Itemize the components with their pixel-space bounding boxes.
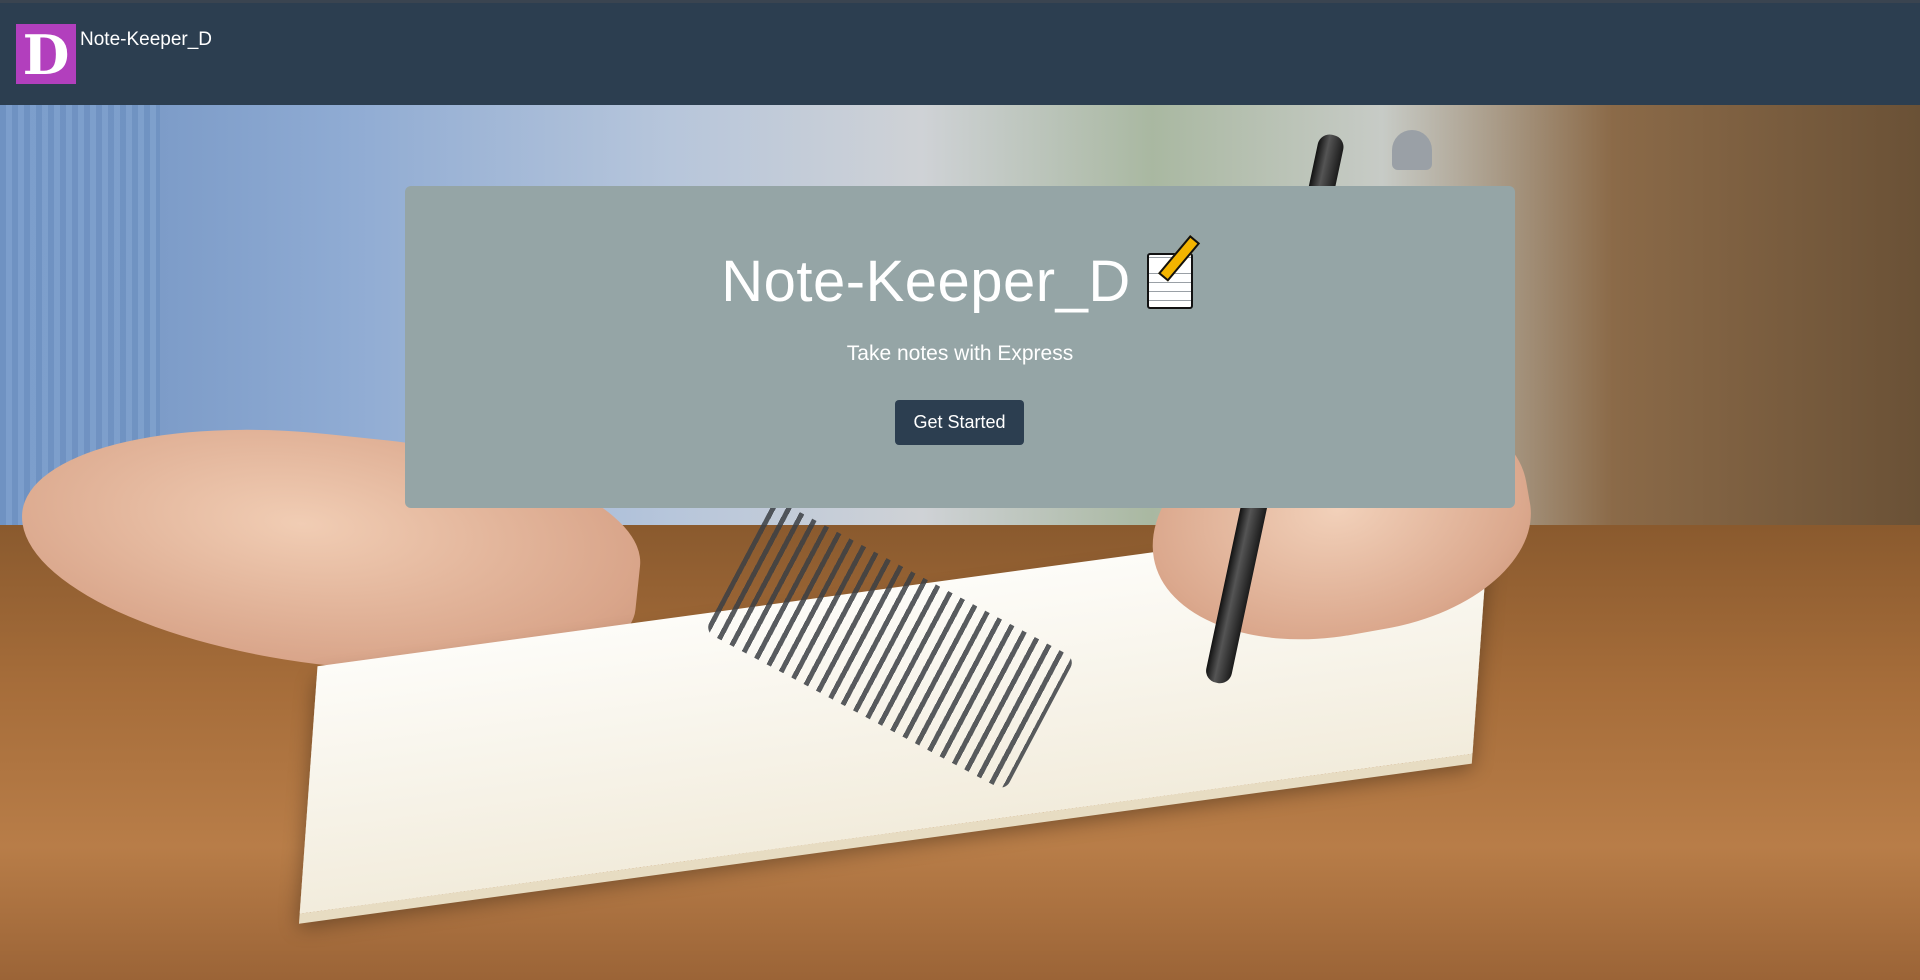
page-title-row: Note-Keeper_D [405,235,1515,315]
logo-icon[interactable]: D [16,24,76,84]
jumbotron: Note-Keeper_D Take notes with Express Ge… [405,186,1515,508]
subtitle: Take notes with Express [846,342,1074,365]
logo-letter: D [22,23,70,87]
navbar: D Note-Keeper_D [0,3,1920,105]
hero-pen-top [1392,130,1432,170]
memo-icon [1143,235,1200,311]
get-started-button[interactable]: Get Started [895,400,1024,445]
brand-link[interactable]: Note-Keeper_D [80,29,212,51]
page-title: Note-Keeper_D [721,249,1131,314]
